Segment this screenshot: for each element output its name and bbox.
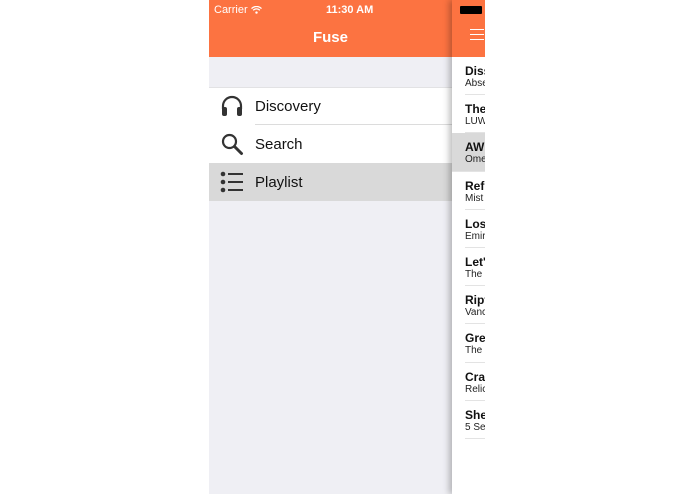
menu-item-label: Search [255,135,303,153]
battery-icon [460,6,482,14]
song-artist: Relic [465,383,485,395]
menu-item-discovery[interactable]: Discovery [209,87,452,125]
song-artist: The [465,345,483,357]
content-header [452,0,485,57]
song-artist: 5 Se [465,421,485,433]
song-artist: Ome [465,154,485,166]
phone-screen: Carrier 11:30 AM Fuse Discovery Search P… [209,0,485,494]
content-panel[interactable]: Diss Abse The LUW AW Ome Ref Mist Los Em… [452,0,485,494]
song-row[interactable]: Los Emir [452,210,485,249]
song-title: Ref [465,178,485,193]
song-title: She [465,407,485,422]
song-row[interactable]: Ref Mist [452,172,485,210]
song-artist: LUW [465,116,485,128]
song-row[interactable]: Cra Relic [452,363,485,401]
song-title: Gre [465,331,485,346]
list-icon [220,170,244,194]
song-title: Cra [465,369,485,384]
song-row[interactable]: Diss Abse [452,57,485,96]
menu-item-label: Discovery [255,97,321,115]
song-row-selected[interactable]: AW Ome [452,133,485,172]
menu-item-playlist[interactable]: Playlist [209,163,452,201]
song-title: Los [465,216,485,231]
menu-item-search[interactable]: Search [209,125,452,163]
song-row[interactable]: Let' The [452,248,485,287]
status-carrier: Carrier [214,4,262,16]
song-artist: Vanc [465,307,485,319]
song-title: Diss [465,64,485,78]
carrier-label: Carrier [214,4,248,16]
song-list: Diss Abse The LUW AW Ome Ref Mist Los Em… [452,57,485,440]
song-artist: Emir [465,230,485,242]
song-row[interactable]: Gre The [452,324,485,363]
menu-item-label: Playlist [255,173,303,191]
wifi-icon [250,6,262,14]
menu-header: Carrier 11:30 AM Fuse [209,0,485,57]
song-title: The [465,102,485,117]
menu-list: Discovery Search Playlist [209,87,452,201]
song-artist: The [465,268,483,280]
song-artist: Abse [465,78,485,89]
song-row[interactable]: She 5 Se [452,401,485,440]
song-row[interactable]: The LUW [452,95,485,134]
search-icon [220,132,244,156]
app-title: Fuse [312,29,348,46]
song-artist: Mist [465,192,484,204]
song-title: AW [465,140,485,155]
status-time: 11:30 AM [326,4,374,16]
song-title: Let' [465,254,485,269]
song-row[interactable]: Ript Vanc [452,286,485,325]
hamburger-menu-icon[interactable] [470,29,484,40]
headphones-icon [220,94,244,118]
song-title: Ript [465,293,485,308]
